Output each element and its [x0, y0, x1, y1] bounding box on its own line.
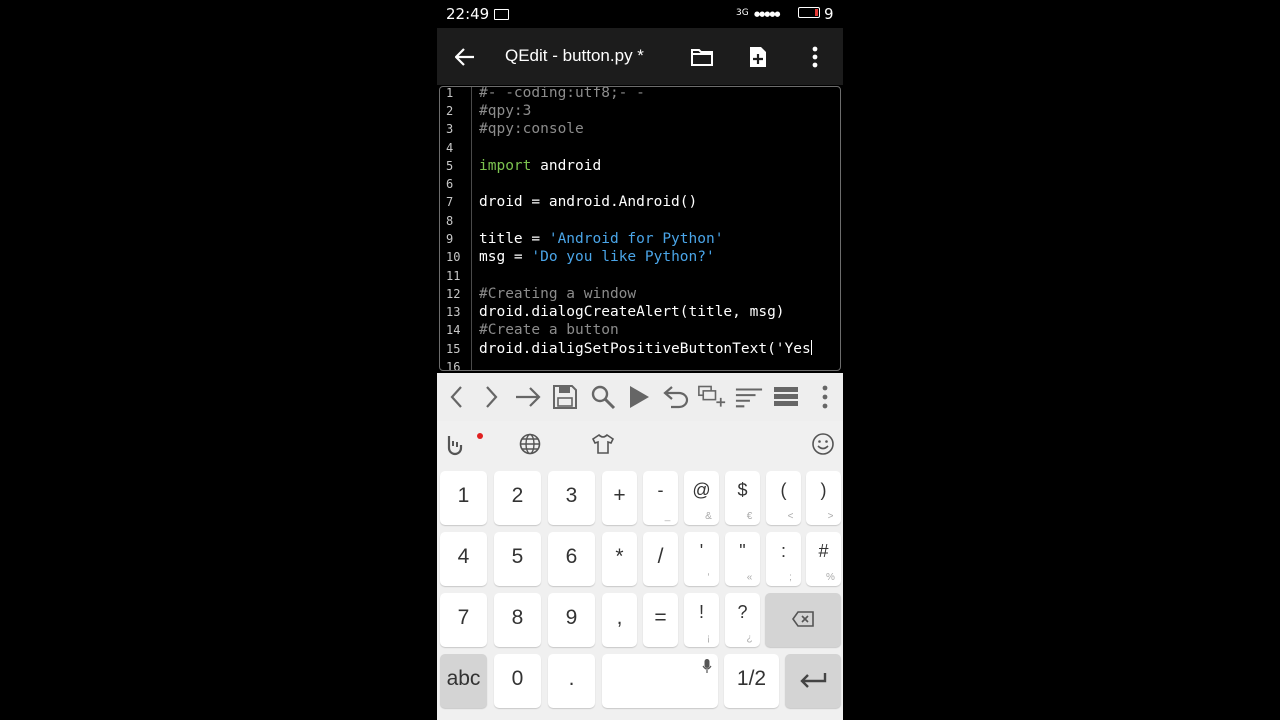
key-4[interactable]: 4 [440, 532, 487, 586]
key-exclamation[interactable]: ! ¡ [684, 593, 719, 647]
code-line: 13 droid.dialogCreateAlert(title, msg) [446, 304, 785, 320]
code-line: 7 droid = android.Android() [446, 194, 698, 210]
key-asterisk[interactable]: * [602, 532, 637, 586]
abc-key[interactable]: abc [440, 654, 487, 708]
code-line: 16 [446, 360, 461, 371]
indent-icon[interactable] [735, 383, 763, 411]
key-apostrophe[interactable]: ' ‘ [684, 532, 719, 586]
text-cursor [810, 340, 812, 355]
code-line: 2 #qpy:3 [446, 103, 532, 119]
code-line: 1 #- -coding:utf8;- - [446, 86, 645, 101]
save-icon[interactable] [551, 383, 579, 411]
network-type: 3G [736, 8, 749, 18]
editor-toolbar [437, 373, 843, 421]
snippet-icon[interactable] [698, 383, 726, 411]
code-line: 9 title = 'Android for Python' [446, 231, 724, 247]
code-line: 11 [446, 269, 461, 283]
code-line: 14 #Create a button [446, 322, 619, 338]
more-vert-icon[interactable] [803, 45, 827, 69]
key-period[interactable]: . [548, 654, 595, 708]
goto-arrow-icon[interactable] [514, 383, 542, 411]
backspace-key[interactable] [765, 593, 841, 647]
undo-icon[interactable] [662, 383, 690, 411]
code-editor[interactable]: 1 #- -coding:utf8;- - 2 #qpy:3 3 #qpy:conso… [439, 86, 841, 371]
chevron-right-icon[interactable] [478, 383, 506, 411]
phone-screen: 22:49 3G ●●●●● 9 QEdit - button.py * 1 #-… [437, 0, 843, 720]
key-3[interactable]: 3 [548, 471, 595, 525]
clock: 22:49 [446, 5, 490, 23]
on-screen-keyboard: 1 2 3 + - _ @ & $ € (< ) > 4 5 6 * / ' ‘ " « :… [437, 421, 843, 720]
keyword: import [479, 158, 532, 174]
notification-dot [477, 433, 483, 439]
key-0[interactable]: 0 [494, 654, 541, 708]
string-literal: 'Android for Python' [548, 231, 724, 247]
code-line: 12 #Creating a window [446, 286, 637, 302]
microphone-icon [702, 659, 712, 673]
globe-icon[interactable] [517, 431, 543, 457]
backspace-icon [792, 611, 814, 627]
swype-icon[interactable] [444, 431, 470, 457]
code-line: 6 [446, 177, 454, 191]
page-toggle-key[interactable]: 1/2 [724, 654, 779, 708]
emoji-icon[interactable] [810, 431, 836, 457]
key-quote[interactable]: " « [725, 532, 760, 586]
key-minus[interactable]: - _ [643, 471, 678, 525]
more-vert-icon[interactable] [811, 383, 839, 411]
battery-level: 9 [824, 5, 834, 23]
search-icon[interactable] [589, 383, 617, 411]
key-6[interactable]: 6 [548, 532, 595, 586]
key-8[interactable]: 8 [494, 593, 541, 647]
format-icon[interactable] [772, 383, 800, 411]
status-bar: 22:49 3G ●●●●● 9 [437, 0, 843, 28]
string-literal: 'Do you like Python?' [531, 249, 715, 265]
keyboard-indicator-icon [494, 9, 509, 20]
signal-strength-icon: ●●●●● [754, 10, 781, 18]
chevron-left-icon[interactable] [442, 383, 470, 411]
app-bar: QEdit - button.py * [437, 28, 843, 85]
keyboard-top-bar [437, 421, 843, 467]
key-5[interactable]: 5 [494, 532, 541, 586]
enter-icon [800, 673, 827, 688]
code-line: 10 msg = 'Do you like Python?' [446, 249, 715, 265]
key-9[interactable]: 9 [548, 593, 595, 647]
code-line: 3 #qpy:console [446, 121, 584, 137]
battery-icon [798, 7, 820, 18]
space-key[interactable] [602, 654, 718, 708]
key-close-paren[interactable]: ) > [806, 471, 841, 525]
key-plus[interactable]: + [602, 471, 637, 525]
key-open-paren[interactable]: (< [766, 471, 801, 525]
code-line: 8 [446, 214, 454, 228]
page-title: QEdit - button.py * [505, 46, 644, 65]
key-2[interactable]: 2 [494, 471, 541, 525]
back-arrow-icon[interactable] [453, 45, 477, 69]
key-7[interactable]: 7 [440, 593, 487, 647]
key-comma[interactable]: , [602, 593, 637, 647]
key-hash[interactable]: #% [806, 532, 841, 586]
key-at[interactable]: @ & [684, 471, 719, 525]
shirt-icon[interactable] [590, 431, 616, 457]
folder-icon[interactable] [690, 45, 714, 69]
key-1[interactable]: 1 [440, 471, 487, 525]
code-line: 15 droid.dialigSetPositiveButtonText('Yes [446, 340, 812, 357]
code-line: 4 [446, 141, 454, 155]
code-line: 5 import android [446, 158, 602, 174]
enter-key[interactable] [785, 654, 841, 708]
run-icon[interactable] [625, 383, 653, 411]
key-equals[interactable]: = [643, 593, 678, 647]
key-slash[interactable]: / [643, 532, 678, 586]
new-file-icon[interactable] [746, 45, 770, 69]
key-question[interactable]: ? ¿ [725, 593, 760, 647]
key-colon[interactable]: :; [766, 532, 801, 586]
key-dollar[interactable]: $ € [725, 471, 760, 525]
